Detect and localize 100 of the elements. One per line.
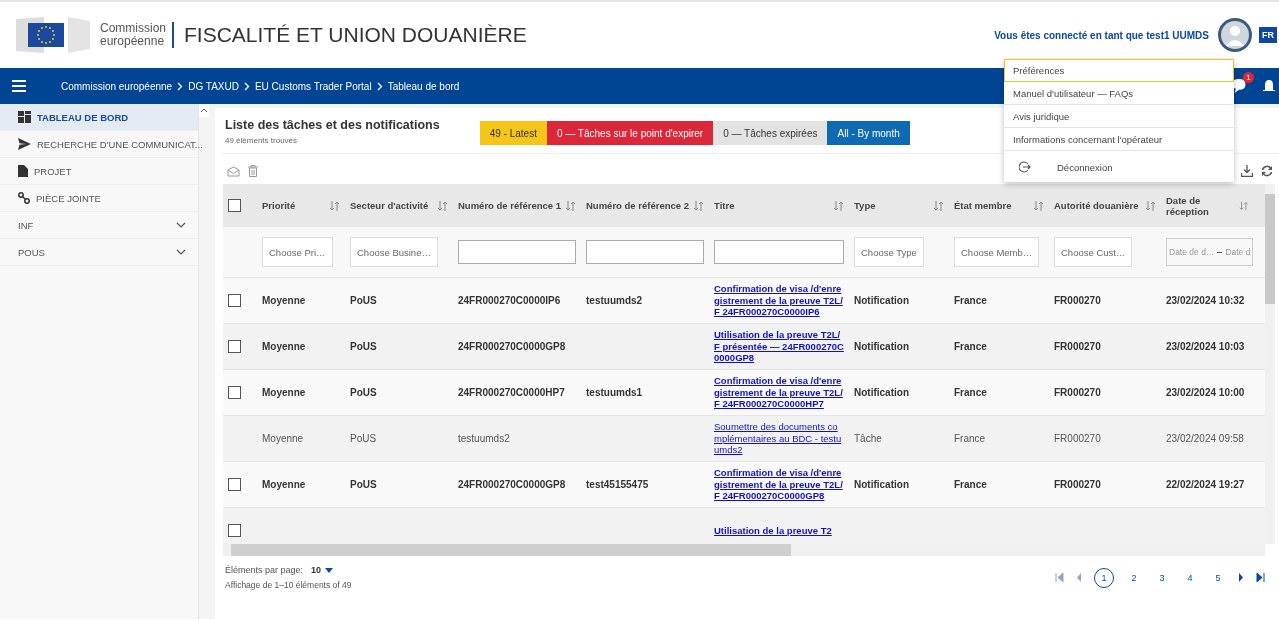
chat-icon[interactable] (1232, 79, 1246, 93)
column-header[interactable]: État membre (954, 200, 1012, 211)
vertical-scrollbar[interactable] (1265, 184, 1275, 544)
table-cell: Moyenne (262, 479, 306, 490)
download-icon[interactable] (1241, 165, 1253, 177)
table-cell: PoUS (350, 387, 377, 398)
sort-icon[interactable] (437, 200, 448, 211)
filter-tab[interactable]: 0 — Tâches expirées (713, 121, 828, 145)
table-cell: PoUS (350, 479, 377, 490)
last-page-icon[interactable] (1256, 573, 1265, 582)
page-button[interactable]: 5 (1210, 569, 1226, 586)
column-header[interactable]: Priorité (262, 200, 296, 211)
horizontal-scrollbar[interactable] (223, 544, 1265, 556)
table-cell: Moyenne (262, 295, 306, 306)
sidebar-item[interactable]: INF (0, 212, 198, 239)
site-title: FISCALITÉ ET UNION DOUANIÈRE (184, 23, 527, 47)
select-all-checkbox[interactable] (228, 199, 241, 212)
page-button[interactable]: 2 (1126, 569, 1142, 586)
language-button[interactable]: FR (1259, 27, 1277, 43)
menu-item[interactable]: Avis juridique (1004, 105, 1234, 128)
refresh-icon[interactable] (1261, 165, 1273, 177)
filter-input[interactable] (458, 240, 576, 264)
menu-item[interactable]: Déconnexion (1004, 151, 1234, 182)
row-checkbox[interactable] (228, 294, 241, 307)
attachment-icon (18, 192, 30, 204)
column-header[interactable]: Autorité douanière (1054, 200, 1139, 211)
trash-icon[interactable] (248, 165, 258, 177)
sort-icon[interactable] (833, 200, 844, 211)
table-cell: 24FR000270C0000IP6 (458, 295, 561, 306)
title-link[interactable]: Utilisation de la preuve T2L/F présentée — 24FR000270C0000GP8 (714, 325, 844, 368)
column-header[interactable]: Titre (714, 200, 735, 211)
menu-item[interactable]: Manuel d'utilisateur — FAQs (1004, 82, 1234, 105)
table-cell: 24FR000270C0000GP8 (458, 479, 566, 490)
sidebar-item[interactable]: TABLEAU DE BORD (0, 104, 198, 131)
breadcrumb-link[interactable]: DG TAXUD (188, 80, 239, 92)
sort-icon[interactable] (693, 200, 704, 211)
dashboard-icon (18, 111, 31, 123)
table-cell: France (954, 295, 987, 306)
breadcrumb-link[interactable]: Tableau de bord (387, 80, 460, 92)
sidebar-item[interactable]: POUS (0, 239, 198, 266)
bell-icon[interactable] (1263, 78, 1275, 94)
first-page-icon[interactable] (1055, 573, 1064, 582)
column-header[interactable]: Date de réception (1166, 194, 1235, 217)
filter-input[interactable] (714, 240, 844, 264)
envelope-icon[interactable] (227, 165, 240, 177)
sort-icon[interactable] (1145, 200, 1156, 211)
filter-tab[interactable]: 0 — Tâches sur le point d'expirer (546, 121, 714, 145)
title-link[interactable]: Confirmation de visa /d'enregistrement de la preuve T2L/F 24FR000270C0000HP7 (714, 371, 844, 414)
sort-icon[interactable] (1033, 200, 1044, 211)
menu-item[interactable]: Informations concernant l'opérateur (1004, 128, 1234, 151)
table-cell: Tâche (854, 433, 882, 444)
title-link[interactable]: Utilisation de la preuve T2 (714, 520, 832, 541)
title-link[interactable]: Soumettre des documents complémentaires au BDC - testuumds2 (714, 417, 844, 460)
filter-dropdown[interactable]: Choose Memb… (954, 237, 1040, 267)
breadcrumb-link[interactable]: EU Customs Trader Portal (254, 80, 372, 92)
sort-icon[interactable] (933, 200, 944, 211)
column-header[interactable]: Secteur d'activité (350, 200, 429, 211)
user-avatar-icon[interactable] (1217, 17, 1253, 53)
chevron-icon (243, 81, 250, 91)
breadcrumb-link[interactable]: Commission européenne (61, 80, 173, 92)
sort-icon[interactable] (329, 200, 340, 211)
row-checkbox[interactable] (228, 478, 241, 491)
filter-dropdown[interactable]: Choose Pri… (262, 237, 333, 267)
per-page-dropdown[interactable]: 10 (311, 565, 334, 575)
filter-dropdown[interactable]: Choose Cust… (1054, 237, 1133, 267)
table-row[interactable]: Moyenne PoUS 24FR000270C0000GP8 test45155475 Confirmation de visa /d'enregistrement de la preuve T2L/F 24FR000270C0000GP8 Notification France FR000270 22/02/2024 19:27 (223, 462, 1265, 508)
page-button[interactable]: 4 (1182, 569, 1198, 586)
table-row[interactable]: Moyenne PoUS 24FR000270C0000GP8 Utilisation de la preuve T2L/F présentée — 24FR000270C0000GP8 Notification France FR000270 23/02/2024 10:03 (223, 324, 1265, 370)
column-header[interactable]: Numéro de référence 1 (458, 200, 561, 211)
row-checkbox[interactable] (228, 386, 241, 399)
sort-icon[interactable] (565, 200, 576, 211)
title-link[interactable]: Confirmation de visa /d'enregistrement de la preuve T2L/F 24FR000270C0000GP8 (714, 463, 844, 506)
row-checkbox[interactable] (228, 524, 241, 537)
title-link[interactable]: Confirmation de visa /d'enregistrement de la preuve T2L/F 24FR000270C0000IP6 (714, 279, 844, 322)
table-row[interactable]: Moyenne PoUS 24FR000270C0000HP7 testuumds1 Confirmation de visa /d'enregistrement de la preuve T2L/F 24FR000270C0000HP7 Notification France FR000270 23/02/2024 10:00 (223, 370, 1265, 416)
next-page-icon[interactable] (1238, 573, 1244, 582)
filter-dropdown[interactable]: Choose Busine… (350, 237, 438, 267)
filter-tab[interactable]: 49 - Latest (479, 121, 547, 145)
scroll-up-icon[interactable] (200, 107, 208, 113)
filter-tab[interactable]: All - By month (827, 121, 910, 145)
table-row[interactable]: Moyenne PoUS 24FR000270C0000IP6 testuumds2 Confirmation de visa /d'enregistrement de la preuve T2L/F 24FR000270C0000IP6 Notification France FR000270 23/02/2024 10:32 (223, 278, 1265, 324)
caret-icon[interactable] (325, 567, 334, 573)
sidebar-item[interactable]: PROJET (0, 158, 198, 185)
previous-page-icon[interactable] (1076, 573, 1082, 582)
table-cell: PoUS (350, 433, 377, 444)
menu-item[interactable]: Préférences (1004, 59, 1234, 82)
table-row[interactable]: Utilisation de la preuve T2 (223, 508, 1265, 544)
table-row[interactable]: Moyenne PoUS testuumds2 Soumettre des documents complémentaires au BDC - testuumds2 Tâche France FR000270 23/02/2024 09:58 (223, 416, 1265, 462)
column-header[interactable]: Numéro de référence 2 (586, 200, 689, 211)
filter-input[interactable] (586, 240, 704, 264)
table-cell: Notification (854, 295, 909, 306)
logout-icon (1019, 161, 1031, 173)
menu-icon[interactable] (12, 80, 26, 92)
table-cell: 23/02/2024 09:58 (1166, 433, 1244, 444)
page-button[interactable]: 3 (1154, 569, 1170, 586)
column-header[interactable]: Type (854, 200, 876, 211)
filter-dropdown[interactable]: Choose Type (854, 237, 924, 267)
sort-icon[interactable] (1238, 200, 1248, 211)
row-checkbox[interactable] (228, 340, 241, 353)
sidebar-item[interactable]: PIÈCE JOINTE (0, 185, 198, 212)
